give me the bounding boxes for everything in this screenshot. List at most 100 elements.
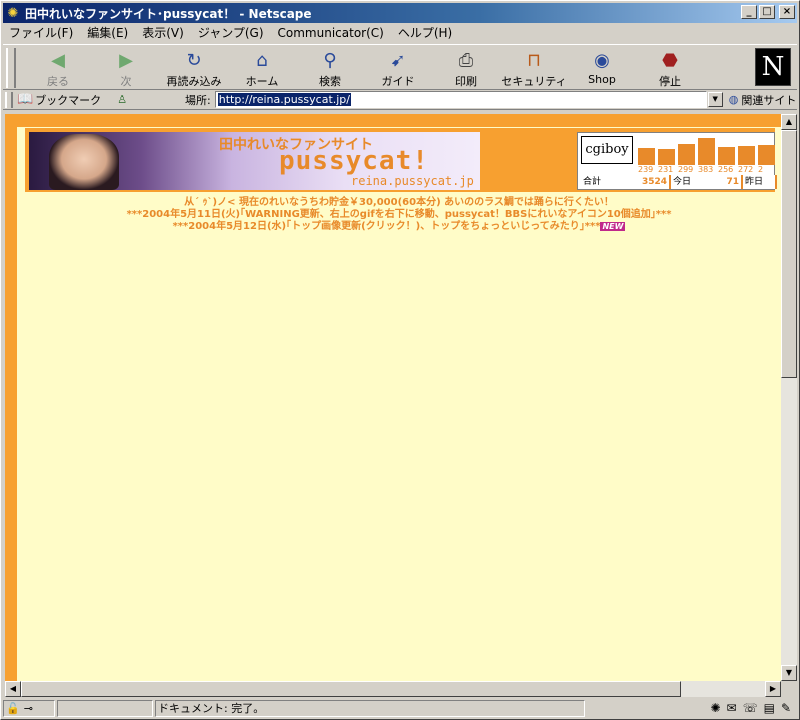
related-icon: ◍ — [728, 93, 739, 106]
status-bar: 🔓 ⊸ ドキュメント: 完了。 ✺ ✉ ☏ ▤ ✎ — [3, 698, 797, 718]
lock-status-icon: 🔓 — [6, 701, 20, 715]
search-icon: ⚲ — [323, 50, 337, 71]
related-sites-button[interactable]: ◍ 関連サイト — [729, 92, 797, 108]
location-bar: 📖 ブックマーク ♙ 場所: http://reina.pussycat.jp/… — [3, 90, 797, 110]
reload-button[interactable]: ↻ 再読み込み — [159, 49, 229, 89]
address-book-icon[interactable]: ▤ — [764, 701, 775, 715]
total-count: 3524 — [641, 177, 667, 187]
composer-icon[interactable]: ✎ — [781, 701, 791, 715]
counter-bar — [758, 145, 775, 165]
shop-icon: ◉ — [594, 50, 610, 71]
counter-bar-label: 299 — [678, 165, 694, 174]
mail-icon[interactable]: ✉ — [727, 701, 737, 715]
netscape-logo[interactable]: N — [755, 48, 791, 86]
guide-button[interactable]: ➹ ガイド — [363, 49, 433, 89]
counter-bar — [718, 147, 735, 165]
url-field[interactable]: http://reina.pussycat.jp/ — [214, 91, 707, 108]
counter-bar — [638, 148, 655, 165]
minimize-button[interactable]: _ — [741, 5, 757, 19]
vertical-scrollbar[interactable]: ▲ ▼ — [781, 114, 797, 681]
url-text: http://reina.pussycat.jp/ — [217, 93, 351, 106]
counter-bar-label: 2 — [758, 165, 764, 174]
menu-bar: ファイル(F) 編集(E) 表示(V) ジャンプ(G) Communicator… — [3, 23, 797, 42]
cgiboy-logo: cgiboy — [581, 136, 633, 164]
back-button[interactable]: ◀ 戻る — [23, 49, 93, 89]
security-button[interactable]: ⊓ セキュリティ — [499, 49, 569, 89]
new-badge: NEW — [600, 222, 626, 231]
shop-button[interactable]: ◉ Shop — [567, 49, 637, 89]
status-text-box: ドキュメント: 完了。 — [155, 699, 585, 717]
today-cell: 今日 71 — [671, 175, 741, 189]
navigation-toolbar: ◀ 戻る ▶ 次 ↻ 再読み込み ⌂ ホーム ⚲ 検索 ➹ ガイド ⎙ 印刷 ⊓ — [3, 44, 797, 90]
menu-communicator[interactable]: Communicator(C) — [278, 26, 384, 40]
update-line-2: ***2004年5月12日(水)｢トップ画像更新(クリック！)、トップをちょっと… — [172, 221, 626, 232]
counter-bar — [698, 138, 715, 165]
home-icon: ⌂ — [256, 50, 268, 71]
back-icon: ◀ — [51, 50, 65, 71]
progress-box — [57, 699, 153, 717]
menu-help[interactable]: ヘルプ(H) — [398, 24, 452, 41]
page-viewport: 田中れいなファンサイト pussycat! reina.pussycat.jp … — [5, 114, 781, 681]
portrait-image — [49, 134, 119, 190]
forward-icon: ▶ — [119, 50, 133, 71]
guide-icon: ➹ — [390, 50, 406, 71]
url-dropdown-button[interactable]: ▼ — [707, 92, 723, 107]
counter-bar-label: 231 — [658, 165, 674, 174]
newsgroup-icon[interactable]: ☏ — [743, 701, 758, 715]
counter-bar-label: 272 — [738, 165, 754, 174]
menu-go[interactable]: ジャンプ(G) — [198, 24, 264, 41]
security-status[interactable]: 🔓 ⊸ — [3, 699, 55, 717]
bookmarks-button[interactable]: 📖 ブックマーク ♙ — [17, 92, 137, 108]
reload-icon: ↻ — [186, 50, 202, 71]
connection-icon: ⊸ — [23, 701, 33, 715]
search-button[interactable]: ⚲ 検索 — [295, 49, 365, 89]
window-title: 田中れいなファンサイト･pussycat！ - Netscape — [25, 6, 312, 21]
toolbar-grip[interactable] — [6, 48, 16, 88]
banner-image[interactable]: 田中れいなファンサイト pussycat! reina.pussycat.jp — [29, 132, 480, 190]
navigator-icon[interactable]: ✺ — [710, 701, 720, 715]
menu-file[interactable]: ファイル(F) — [9, 24, 73, 41]
scroll-down-button[interactable]: ▼ — [781, 665, 797, 681]
lock-icon: ⊓ — [526, 50, 542, 71]
page-content: 田中れいなファンサイト pussycat! reina.pussycat.jp … — [17, 127, 781, 681]
print-button[interactable]: ⎙ 印刷 — [431, 49, 501, 89]
browser-window: ✺ 田中れいなファンサイト･pussycat！ - Netscape _ □ ×… — [0, 0, 800, 720]
app-icon: ✺ — [7, 5, 19, 21]
forward-button[interactable]: ▶ 次 — [91, 49, 161, 89]
banner-site-name: pussycat! — [279, 146, 429, 176]
header-banner: 田中れいなファンサイト pussycat! reina.pussycat.jp … — [25, 128, 777, 192]
horizontal-scrollbar[interactable]: ◀ ▶ — [5, 681, 781, 697]
maximize-button[interactable]: □ — [759, 5, 775, 19]
title-bar[interactable]: ✺ 田中れいなファンサイト･pussycat！ - Netscape _ □ × — [3, 3, 797, 23]
counter-bar — [678, 144, 695, 165]
location-grip[interactable] — [5, 91, 13, 108]
counter-bars — [638, 135, 775, 165]
page-proxy-icon[interactable]: ♙ — [117, 93, 127, 106]
location-label: 場所: — [185, 93, 211, 107]
counter-footer: 合計 3524 今日 71 昨日 — [581, 175, 777, 189]
scroll-up-button[interactable]: ▲ — [781, 114, 797, 130]
home-button[interactable]: ⌂ ホーム — [227, 49, 297, 89]
stop-button[interactable]: ⬣ 停止 — [635, 49, 705, 89]
vertical-scroll-thumb[interactable] — [781, 130, 797, 378]
counter-bar — [658, 149, 675, 165]
yesterday-cell: 昨日 — [743, 175, 775, 189]
stop-icon: ⬣ — [662, 50, 678, 71]
banner-domain: reina.pussycat.jp — [351, 174, 474, 188]
scroll-left-button[interactable]: ◀ — [5, 681, 21, 697]
bookmark-icon: 📖 — [17, 92, 34, 107]
status-text: ドキュメント: 完了。 — [158, 702, 265, 715]
menu-edit[interactable]: 編集(E) — [87, 24, 128, 41]
menu-view[interactable]: 表示(V) — [142, 24, 184, 41]
print-icon: ⎙ — [458, 50, 474, 71]
counter-bar — [738, 146, 755, 165]
component-bar: ✺ ✉ ☏ ▤ ✎ — [710, 701, 797, 715]
counter-bar-label: 256 — [718, 165, 734, 174]
access-counter[interactable]: cgiboy 合計 3524 今日 71 昨日 239 231 299 383 … — [577, 132, 777, 190]
horizontal-scroll-thumb[interactable] — [21, 681, 681, 697]
total-cell: 合計 3524 — [581, 175, 669, 189]
counter-bar-label: 239 — [638, 165, 654, 174]
today-count: 71 — [726, 177, 739, 187]
scroll-right-button[interactable]: ▶ — [765, 681, 781, 697]
close-button[interactable]: × — [779, 5, 795, 19]
